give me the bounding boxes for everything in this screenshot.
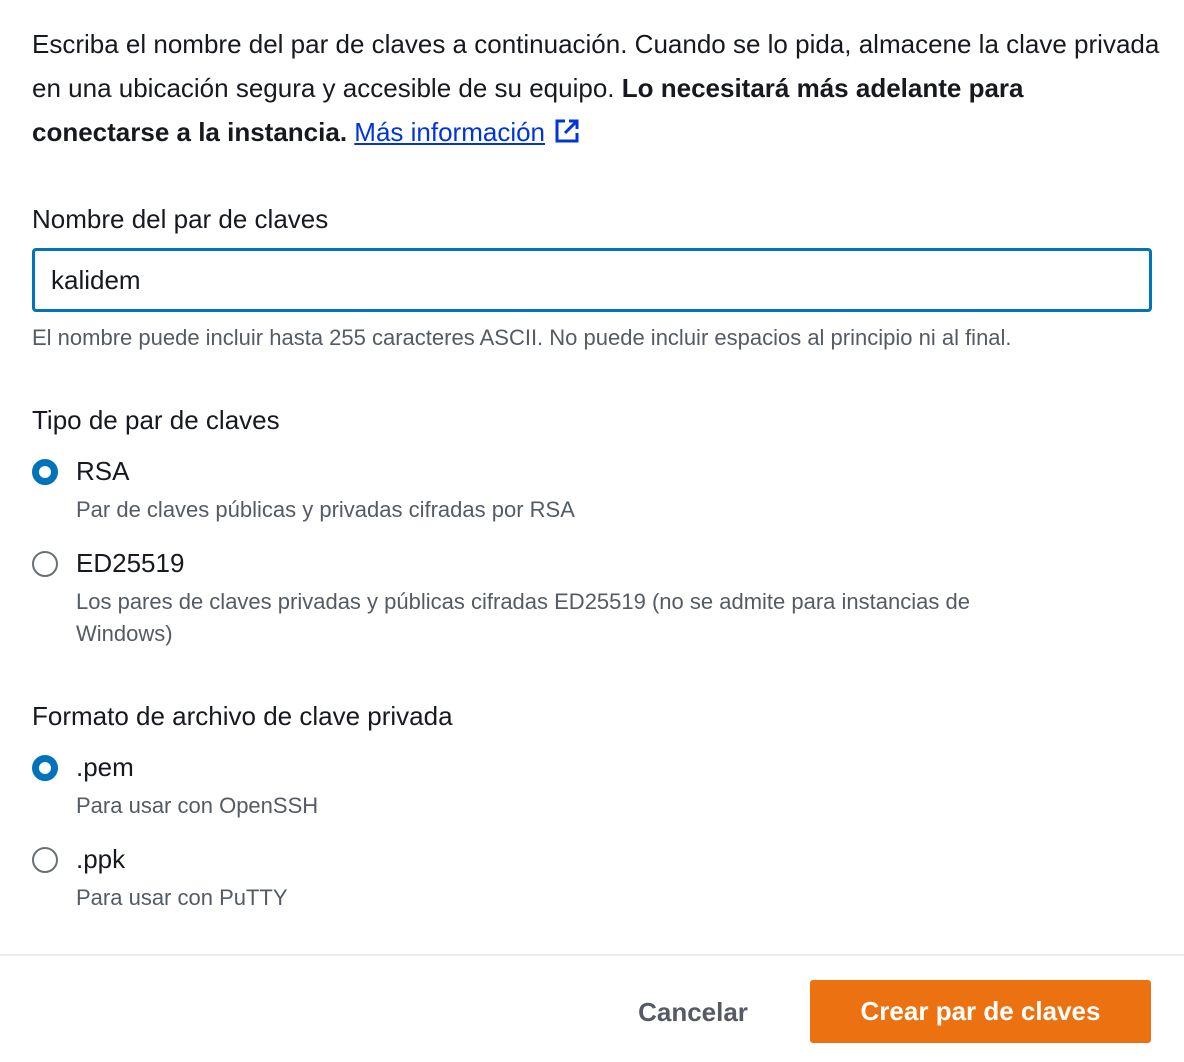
create-key-pair-button[interactable]: Crear par de claves	[810, 980, 1151, 1043]
radio-option-pem[interactable]: .pem	[32, 752, 134, 783]
key-name-label: Nombre del par de claves	[32, 204, 329, 234]
intro-text: Escriba el nombre del par de claves a co…	[32, 22, 1162, 154]
pem-description: Para usar con OpenSSH	[76, 793, 319, 818]
footer-divider	[0, 954, 1184, 956]
pem-label: .pem	[76, 752, 134, 782]
external-link-icon[interactable]	[553, 117, 581, 145]
more-info-link[interactable]: Más información	[354, 117, 545, 147]
ed25519-radio-button[interactable]	[32, 550, 58, 577]
cancel-button[interactable]: Cancelar	[610, 982, 776, 1042]
key-name-hint: El nombre puede incluir hasta 255 caract…	[32, 325, 1012, 350]
radio-option-ed25519[interactable]: ED25519	[32, 548, 184, 579]
rsa-radio-button[interactable]	[32, 458, 58, 485]
key-type-label: Tipo de par de claves	[32, 405, 280, 435]
ppk-label: .ppk	[76, 844, 126, 874]
rsa-description: Par de claves públicas y privadas cifrad…	[76, 497, 575, 522]
create-key-pair-dialog: Escriba el nombre del par de claves a co…	[0, 0, 1184, 1062]
file-format-label: Formato de archivo de clave privada	[32, 701, 453, 731]
ed25519-description: Los pares de claves privadas y públicas …	[76, 589, 970, 646]
radio-option-rsa[interactable]: RSA	[32, 456, 129, 487]
ed25519-label: ED25519	[76, 548, 185, 578]
ppk-description: Para usar con PuTTY	[76, 885, 288, 910]
key-name-input[interactable]	[32, 248, 1152, 312]
intro-section: Escriba el nombre del par de claves a co…	[32, 22, 1159, 154]
pem-radio-button[interactable]	[32, 754, 58, 781]
rsa-label: RSA	[76, 456, 130, 486]
ppk-radio-button[interactable]	[32, 846, 58, 873]
more-info-link-label: Más información	[354, 117, 546, 147]
radio-option-ppk[interactable]: .ppk	[32, 844, 125, 875]
